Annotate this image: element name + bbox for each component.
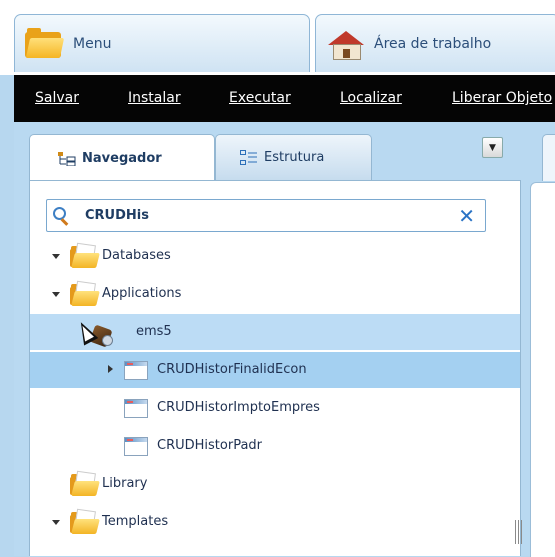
search-field[interactable]: CRUDHis ✕ bbox=[46, 199, 486, 232]
structure-icon bbox=[240, 149, 257, 165]
tab-estrutura-label: Estrutura bbox=[264, 150, 325, 165]
folder-icon bbox=[70, 470, 100, 497]
expand-right-icon[interactable] bbox=[108, 365, 113, 373]
form-icon bbox=[124, 361, 148, 380]
chevron-down-icon: ▼ bbox=[489, 143, 496, 153]
menu-item-localizar[interactable]: Localizar bbox=[340, 90, 402, 106]
tree-node-databases[interactable]: Databases bbox=[30, 238, 520, 274]
folder-icon bbox=[70, 280, 100, 307]
folder-icon bbox=[70, 242, 100, 269]
menu-item-instalar[interactable]: Instalar bbox=[128, 90, 181, 106]
top-tab-bar: Menu Área de trabalho bbox=[0, 0, 555, 75]
search-icon bbox=[53, 207, 69, 226]
expand-down-icon[interactable] bbox=[52, 520, 60, 525]
tree-node-crudhistorfinalidecon[interactable]: CRUDHistorFinalidEcon bbox=[30, 352, 520, 388]
right-panel bbox=[530, 182, 555, 557]
tree-node-applications[interactable]: Applications bbox=[30, 276, 520, 312]
expand-down-icon[interactable] bbox=[52, 254, 60, 259]
tree-node-label: CRUDHistorPadr bbox=[157, 438, 263, 453]
folder-icon bbox=[25, 27, 65, 60]
tree-node-label: Templates bbox=[102, 514, 169, 529]
folder-icon bbox=[70, 508, 100, 535]
tab-estrutura[interactable]: Estrutura bbox=[215, 134, 372, 180]
menu-item-liberar-objeto[interactable]: Liberar Objeto bbox=[452, 90, 552, 106]
menu-bar: Salvar Instalar Executar Localizar Liber… bbox=[14, 75, 555, 122]
tree-node-ems5[interactable]: ems5 bbox=[30, 314, 520, 350]
tab-area-label: Área de trabalho bbox=[374, 35, 492, 52]
tree-node-label: ems5 bbox=[136, 324, 172, 339]
right-panel-tab[interactable] bbox=[542, 134, 555, 181]
splitter-handle[interactable] bbox=[515, 520, 523, 544]
tree-node-label: Library bbox=[102, 476, 148, 491]
menu-item-executar[interactable]: Executar bbox=[229, 90, 291, 106]
tab-menu[interactable]: Menu bbox=[14, 14, 310, 72]
tree-node-label: CRUDHistorFinalidEcon bbox=[157, 362, 307, 377]
tab-navegador[interactable]: Navegador bbox=[29, 134, 215, 182]
tree-node-library[interactable]: Library bbox=[30, 466, 520, 502]
tree-node-templates[interactable]: Templates bbox=[30, 504, 520, 540]
expand-down-icon[interactable] bbox=[52, 292, 60, 297]
tree-node-label: Applications bbox=[102, 286, 182, 301]
navigator-tree-icon bbox=[58, 151, 76, 166]
tab-menu-label: Menu bbox=[73, 35, 112, 52]
form-icon bbox=[124, 437, 148, 456]
tree-node-crudhistorpadr[interactable]: CRUDHistorPadr bbox=[30, 428, 520, 464]
tab-area-de-trabalho[interactable]: Área de trabalho bbox=[315, 14, 555, 72]
tree-node-label: Databases bbox=[102, 248, 171, 263]
tree-node-crudhistorimptoempres[interactable]: CRUDHistorImptoEmpres bbox=[30, 390, 520, 426]
menu-item-salvar[interactable]: Salvar bbox=[35, 90, 79, 106]
clear-icon[interactable]: ✕ bbox=[458, 204, 475, 228]
form-icon bbox=[124, 399, 148, 418]
tree-node-label: CRUDHistorImptoEmpres bbox=[157, 400, 320, 415]
panel-menu-button[interactable]: ▼ bbox=[482, 137, 503, 158]
application-icon bbox=[73, 318, 114, 349]
house-icon bbox=[328, 29, 364, 60]
search-input[interactable]: CRUDHis bbox=[85, 208, 149, 223]
tab-navegador-label: Navegador bbox=[82, 151, 162, 166]
